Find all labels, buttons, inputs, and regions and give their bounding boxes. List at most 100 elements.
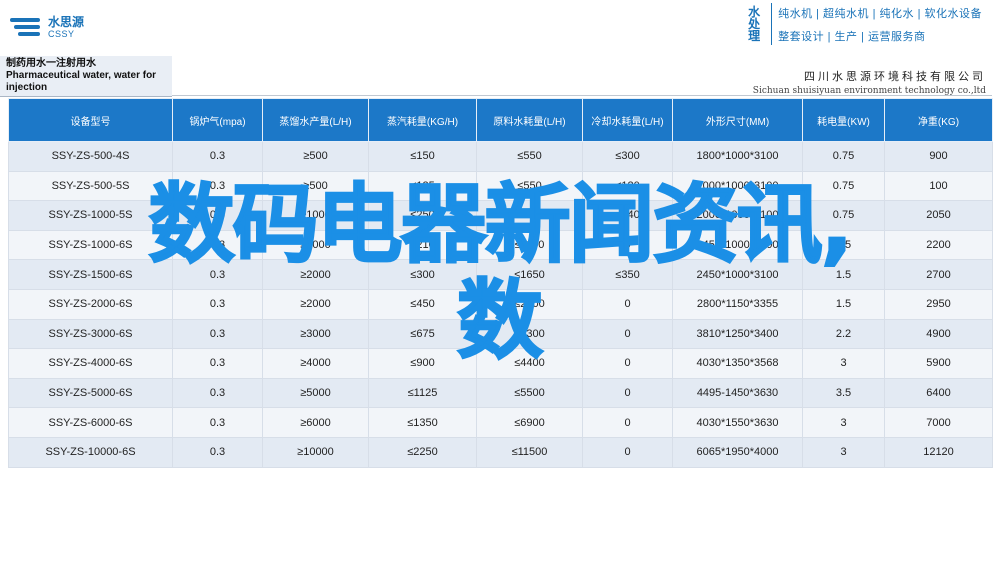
table-cell: ≤350 <box>582 259 673 290</box>
table-cell: 100 <box>884 170 993 202</box>
table-cell: 6400 <box>884 377 993 409</box>
model-cell: SSY-ZS-1500-6S <box>8 259 173 290</box>
table-cell: 0.3 <box>172 377 263 409</box>
table-cell: 5900 <box>884 348 993 379</box>
company-logo: 水思源 CSSY <box>10 14 84 40</box>
table-row: SSY-ZS-500-4S 0.3 ≥500 ≤150 ≤550 ≤300 1800*100… <box>8 141 993 172</box>
table-cell: 0.3 <box>172 436 263 468</box>
model-cell: SSY-ZS-6000-6S <box>8 407 173 438</box>
table-cell: 3810*1250*3400 <box>672 318 803 350</box>
company-name: 四川水思源环境科技有限公司 Sichuan shuisiyuan environ… <box>753 68 986 96</box>
table-cell: 0 <box>582 407 673 438</box>
table-cell: ≥500 <box>262 141 369 172</box>
table-cell: ≤450 <box>368 288 477 320</box>
table-cell: 3 <box>802 436 885 468</box>
table-row: SSY-ZS-5000-6S 0.3 ≥5000 ≤1125 ≤5500 0 4495-14… <box>8 377 993 409</box>
title-en-line-2: injection <box>6 82 48 93</box>
table-cell: ≤550 <box>476 170 583 202</box>
table-cell: 12120 <box>884 436 993 468</box>
table-cell: 0.3 <box>172 200 263 231</box>
table-cell: ≤1100 <box>476 200 583 231</box>
table-cell: 2950 <box>884 288 993 320</box>
table-cell: 2800*1150*3355 <box>672 288 803 320</box>
model-cell: SSY-ZS-10000-6S <box>8 436 173 468</box>
table-cell: 1.5 <box>802 259 885 290</box>
brand-tagline: 水处理 纯水机 | 超纯水机 | 纯化水 | 软化水设备 整套设计 | 生产 |… <box>743 0 982 48</box>
table-cell: ≤150 <box>368 141 477 172</box>
table-cell: 0.3 <box>172 141 263 172</box>
table-cell: 0.3 <box>172 288 263 320</box>
table-cell: 3.5 <box>802 377 885 409</box>
logo-name-en: CSSY <box>48 28 75 39</box>
table-cell: 2050 <box>884 200 993 231</box>
model-cell: SSY-ZS-2000-6S <box>8 288 173 320</box>
table-cell: ≤2250 <box>368 436 477 468</box>
table-cell: ≥4000 <box>262 348 369 379</box>
table-row: SSY-ZS-6000-6S 0.3 ≥6000 ≤1350 ≤6900 0 4030*15… <box>8 407 993 438</box>
table-cell: 2450*1000*3100 <box>672 259 803 290</box>
table-cell: 0 <box>582 318 673 350</box>
table-row: SSY-ZS-1500-6S 0.3 ≥2000 ≤300 ≤1650 ≤350 2450*… <box>8 259 993 290</box>
table-cell: ≥2000 <box>262 259 369 290</box>
title-row: 制药用水一注射用水 Pharmaceutical water, water fo… <box>0 56 1000 97</box>
table-cell: ≤11500 <box>476 436 583 468</box>
table-cell: 900 <box>884 141 993 172</box>
table-cell: 0 <box>582 288 673 320</box>
table-row: SSY-ZS-1000-6S 0.3 ≥1000 ≤210 ≤1100 0 2450*100… <box>8 229 993 261</box>
top-bar: 水思源 CSSY 水处理 纯水机 | 超纯水机 | 纯化水 | 软化水设备 整套… <box>0 0 1000 56</box>
brand-line-1: 纯水机 | 超纯水机 | 纯化水 | 软化水设备 <box>778 7 982 20</box>
table-cell: 0.3 <box>172 229 263 261</box>
table-cell: 0.3 <box>172 407 263 438</box>
col-header-steam-consumption: 蒸汽耗量(KG/H) <box>368 98 477 142</box>
table-cell: 3 <box>802 348 885 379</box>
table-cell: ≤1350 <box>368 407 477 438</box>
table-cell: 6065*1950*4000 <box>672 436 803 468</box>
col-header-model: 设备型号 <box>8 98 173 142</box>
table-cell: 4495-1450*3630 <box>672 377 803 409</box>
table-cell: ≤675 <box>368 318 477 350</box>
table-cell: 2.2 <box>802 318 885 350</box>
table-cell: ≤3300 <box>476 318 583 350</box>
table-cell: 1800*1000*3100 <box>672 141 803 172</box>
brand-line-2: 整套设计 | 生产 | 运营服务商 <box>778 30 926 43</box>
table-cell: 4030*1550*3630 <box>672 407 803 438</box>
table-cell: ≥500 <box>262 170 369 202</box>
table-cell: ≥1000 <box>262 200 369 231</box>
table-cell: 0 <box>582 436 673 468</box>
model-cell: SSY-ZS-3000-6S <box>8 318 173 350</box>
model-cell: SSY-ZS-4000-6S <box>8 348 173 379</box>
table-cell: ≤6900 <box>476 407 583 438</box>
table-cell: 4030*1350*3568 <box>672 348 803 379</box>
table-cell: ≤2200 <box>476 288 583 320</box>
table-cell: 4900 <box>884 318 993 350</box>
table-cell: ≤250 <box>368 200 477 231</box>
table-cell: ≤1100 <box>476 229 583 261</box>
col-header-cooling-water: 冷却水耗量(L/H) <box>582 98 673 142</box>
table-cell: ≤900 <box>368 348 477 379</box>
table-cell: 2700 <box>884 259 993 290</box>
table-row: SSY-ZS-500-5S 0.3 ≥500 ≤125 ≤550 ≤120 2000*100… <box>8 170 993 202</box>
table-cell: ≥2000 <box>262 288 369 320</box>
table-cell: 2200 <box>884 229 993 261</box>
table-row: SSY-ZS-4000-6S 0.3 ≥4000 ≤900 ≤4400 0 4030*135… <box>8 348 993 379</box>
table-cell: ≥3000 <box>262 318 369 350</box>
table-cell: 0.3 <box>172 170 263 202</box>
model-cell: SSY-ZS-1000-6S <box>8 229 173 261</box>
table-cell: 1.5 <box>802 288 885 320</box>
table-row: SSY-ZS-3000-6S 0.3 ≥3000 ≤675 ≤3300 0 3810*125… <box>8 318 993 350</box>
table-cell: ≤1125 <box>368 377 477 409</box>
table-cell: ≤210 <box>368 229 477 261</box>
table-cell: 2450*1000*3100 <box>672 229 803 261</box>
model-cell: SSY-ZS-500-5S <box>8 170 173 202</box>
title-cn: 制药用水一注射用水 <box>6 58 96 69</box>
table-cell: 0.75 <box>802 141 885 172</box>
brand-divider <box>771 3 773 45</box>
table-cell: 0.3 <box>172 318 263 350</box>
col-header-net-weight: 净重(KG) <box>884 98 993 142</box>
table-cell: 0.75 <box>802 170 885 202</box>
table-cell: 0 <box>582 348 673 379</box>
table-cell: 7000 <box>884 407 993 438</box>
logo-name-cn: 水思源 <box>48 14 85 29</box>
col-header-dimensions: 外形尺寸(MM) <box>672 98 803 142</box>
table-row: SSY-ZS-1000-5S 0.3 ≥1000 ≤250 ≤1100 ≤240 2000*… <box>8 200 993 231</box>
